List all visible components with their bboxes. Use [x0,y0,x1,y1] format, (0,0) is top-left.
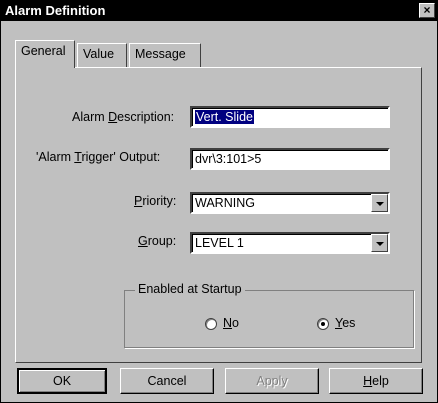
tab-value[interactable]: Value [77,43,127,67]
tab-general[interactable]: General [15,40,75,68]
window-title: Alarm Definition [5,3,106,18]
close-button[interactable]: × [419,3,435,18]
description-value: Vert. Slide [195,110,254,124]
chevron-down-icon[interactable] [371,234,388,252]
ok-button[interactable]: OK [17,368,107,394]
trigger-output-value: dvr\3:101>5 [195,152,262,166]
general-tab-panel: Alarm Description: Vert. Slide 'Alarm Tr… [15,67,422,363]
enabled-at-startup-legend: Enabled at Startup [135,282,245,296]
cancel-button[interactable]: Cancel [120,368,214,394]
tab-value-label: Value [83,47,115,61]
description-input[interactable]: Vert. Slide [190,106,390,128]
group-label: Group: [138,234,177,248]
description-label: Alarm Description: [72,110,175,124]
priority-value: WARNING [195,196,255,210]
close-icon: × [423,3,431,17]
apply-button[interactable]: Apply [225,368,319,394]
radio-yes[interactable] [317,318,329,330]
priority-select[interactable]: WARNING [190,192,390,214]
trigger-output-label: 'Alarm Trigger' Output: [36,150,161,164]
group-select[interactable]: LEVEL 1 [190,232,390,254]
radio-no-label[interactable]: No [223,316,239,330]
tab-message-label: Message [135,47,186,61]
radio-no[interactable] [205,318,217,330]
radio-yes-label[interactable]: Yes [335,316,355,330]
enabled-at-startup-group: Enabled at Startup No Yes [124,282,414,348]
trigger-output-input[interactable]: dvr\3:101>5 [190,148,390,170]
chevron-down-icon[interactable] [371,194,388,212]
radio-selected-dot [321,322,325,326]
group-value: LEVEL 1 [195,236,244,250]
priority-label: Priority: [134,194,177,208]
tab-general-label: General [21,44,66,58]
title-bar[interactable]: Alarm Definition × [1,1,437,21]
alarm-definition-dialog: Alarm Definition × General Value Message… [0,0,438,403]
help-button[interactable]: Help [329,368,423,394]
tab-message[interactable]: Message [129,43,201,67]
